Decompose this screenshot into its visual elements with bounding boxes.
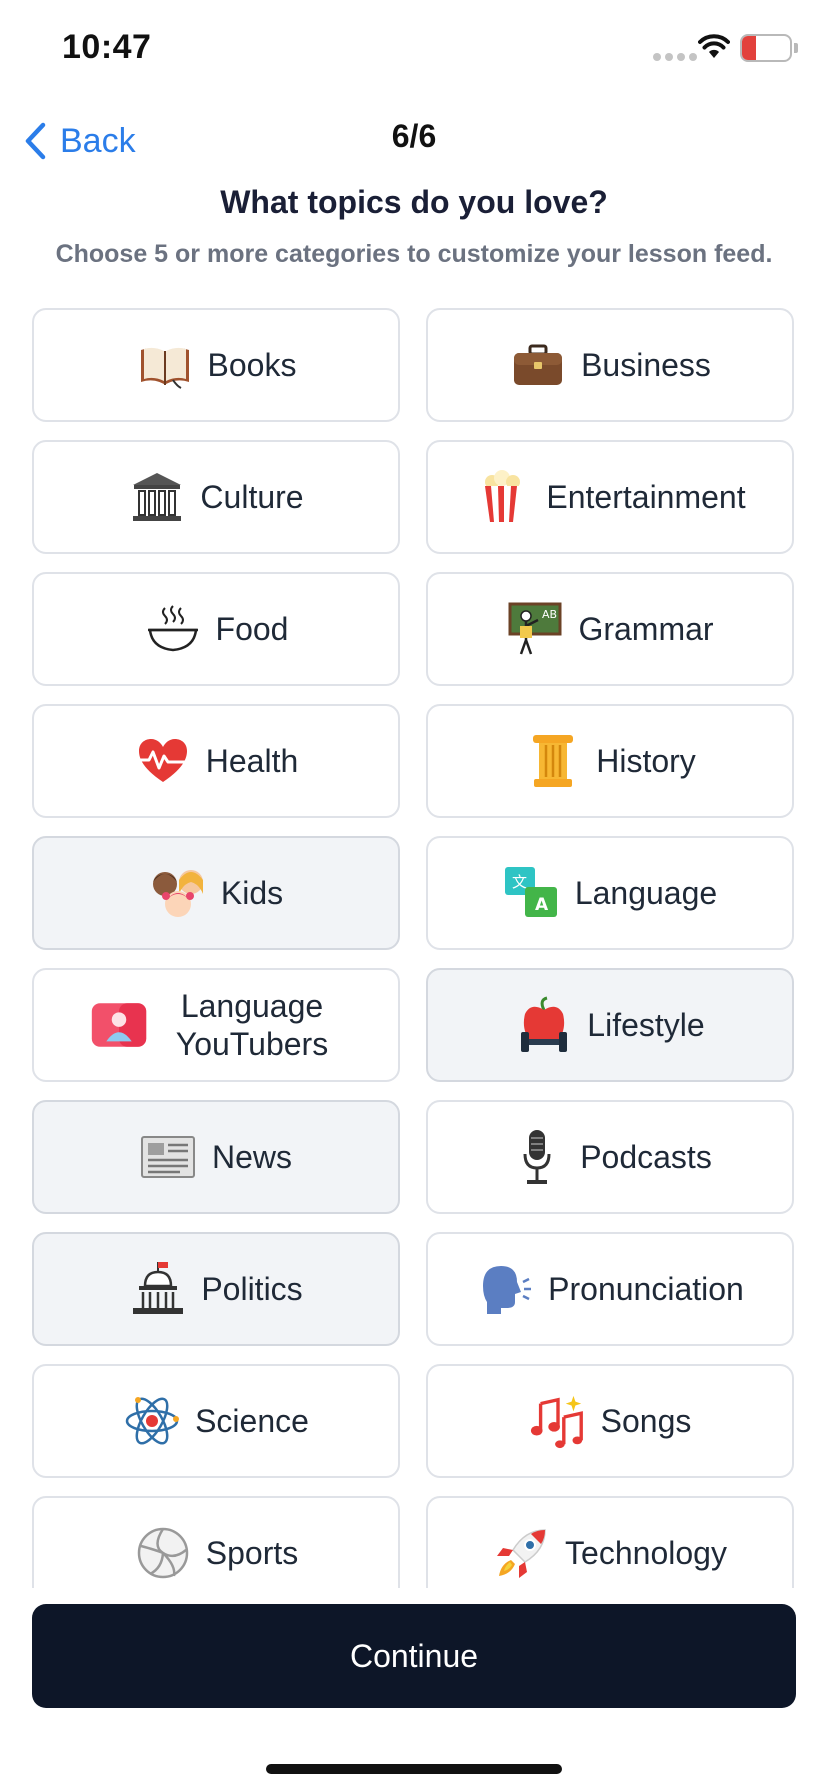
topic-list[interactable]: Books Business Culture Entertainment Food AB G… (0, 296, 828, 1588)
topic-label: Grammar (578, 611, 714, 647)
topic-label: Food (215, 611, 289, 647)
topic-label: News (211, 1139, 292, 1175)
svg-text:文: 文 (512, 873, 527, 891)
topic-tile-pronunciation[interactable]: Pronunciation (426, 1232, 794, 1346)
svg-text:AB: AB (542, 608, 557, 621)
battery-icon: 13 (740, 34, 792, 62)
topic-label: Lifestyle (587, 1007, 705, 1043)
topic-tile-lifestyle[interactable]: Lifestyle (426, 968, 794, 1082)
status-bar: 10:47 13 (0, 0, 828, 100)
heart-pulse-icon (134, 732, 192, 790)
children-faces-icon (149, 864, 207, 922)
topic-label: Language YouTubers (175, 988, 329, 1062)
topic-label: Business (581, 347, 711, 383)
battery-tip (794, 43, 798, 53)
topic-tile-news[interactable]: News (32, 1100, 400, 1214)
topic-tile-language-youtubers[interactable]: Language YouTubers (32, 968, 400, 1082)
video-profile-icon (90, 996, 148, 1054)
topic-tile-politics[interactable]: Politics (32, 1232, 400, 1346)
speaking-head-icon (476, 1260, 534, 1318)
music-notes-icon (529, 1392, 587, 1450)
topic-tile-podcasts[interactable]: Podcasts (426, 1100, 794, 1214)
topic-tile-culture[interactable]: Culture (32, 440, 400, 554)
open-book-icon (136, 336, 194, 394)
briefcase-icon (509, 336, 567, 394)
steaming-bowl-icon (144, 600, 202, 658)
topic-label: Songs (600, 1403, 692, 1439)
topic-label: History (596, 743, 696, 779)
topic-tile-books[interactable]: Books (32, 308, 400, 422)
popcorn-icon (474, 468, 532, 526)
topic-tile-food[interactable]: Food (32, 572, 400, 686)
page-subtitle: Choose 5 or more categories to customize… (55, 240, 773, 268)
step-progress: 6/6 (391, 118, 437, 154)
topic-tile-health[interactable]: Health (32, 704, 400, 818)
apple-dumbbell-icon (515, 996, 573, 1054)
battery-level: 13 (755, 38, 777, 58)
topic-label: Culture (200, 479, 304, 515)
classical-building-icon (128, 468, 186, 526)
topic-label: Books (207, 347, 297, 383)
home-indicator (266, 1764, 562, 1774)
volleyball-icon (134, 1524, 192, 1582)
topic-label: Sports (205, 1535, 299, 1571)
page-title: What topics do you love? (220, 184, 608, 220)
topic-label: Entertainment (546, 479, 746, 515)
topic-tile-songs[interactable]: Songs (426, 1364, 794, 1478)
translate-icon: 文A (503, 864, 561, 922)
rocket-icon (493, 1524, 551, 1582)
topic-label: Kids (220, 875, 284, 911)
cellular-signal-icon (653, 53, 697, 61)
topic-tile-grammar[interactable]: AB Grammar (426, 572, 794, 686)
topic-tile-kids[interactable]: Kids (32, 836, 400, 950)
atom-icon (123, 1392, 181, 1450)
topic-tile-technology[interactable]: Technology (426, 1496, 794, 1588)
topic-label: Politics (201, 1271, 303, 1307)
microphone-icon (508, 1128, 566, 1186)
svg-text:A: A (535, 895, 549, 915)
topic-label: Technology (565, 1535, 727, 1571)
topic-tile-language[interactable]: 文 A Language (426, 836, 794, 950)
topic-grid: Books Business Culture Entertainment Food AB G… (32, 308, 794, 1588)
topic-label: Podcasts (580, 1139, 712, 1175)
topic-label: Pronunciation (548, 1271, 744, 1307)
status-time: 10:47 (62, 28, 152, 66)
topic-tile-entertainment[interactable]: Entertainment (426, 440, 794, 554)
topic-label: Health (205, 743, 299, 779)
topic-label: Science (195, 1403, 309, 1439)
teacher-chalkboard-icon: AB (506, 600, 564, 658)
newspaper-icon (140, 1128, 198, 1186)
topic-selection-screen: 10:47 13 Back 6/6 What topics do you lov… (0, 0, 828, 1792)
continue-button[interactable]: Continue (32, 1604, 796, 1708)
topic-tile-sports[interactable]: Sports (32, 1496, 400, 1588)
topic-label: Language (574, 875, 718, 911)
greek-column-icon (524, 732, 582, 790)
capitol-building-icon (129, 1260, 187, 1318)
topic-tile-science[interactable]: Science (32, 1364, 400, 1478)
topic-tile-history[interactable]: History (426, 704, 794, 818)
wifi-icon (698, 34, 730, 65)
topic-tile-business[interactable]: Business (426, 308, 794, 422)
